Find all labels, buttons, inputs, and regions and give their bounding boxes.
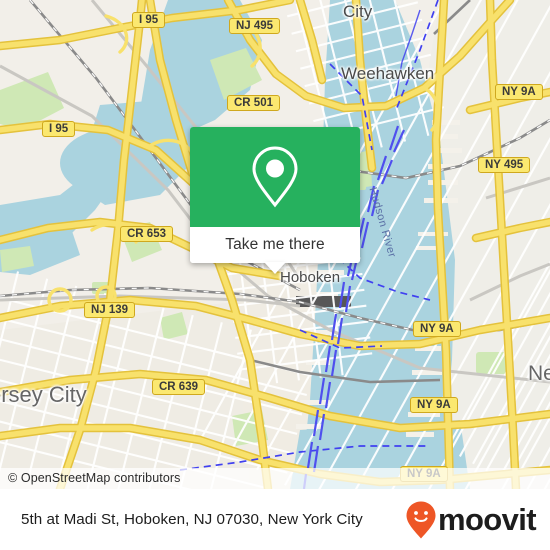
road-shield: NJ 495 <box>229 18 281 34</box>
place-label: Hoboken <box>280 269 341 286</box>
address-text: 5th at Madi St, Hoboken, NJ 07030, New Y… <box>21 511 363 528</box>
footer-bar: 5th at Madi St, Hoboken, NJ 07030, New Y… <box>0 489 550 550</box>
place-label: New <box>528 362 550 385</box>
map-pin-icon <box>252 146 298 208</box>
moovit-wordmark: moovit <box>437 502 537 537</box>
take-me-there-popup[interactable]: Take me there <box>190 127 360 274</box>
popup-icon-panel <box>190 127 360 227</box>
place-label: City <box>343 2 373 21</box>
road-shield: NJ 139 <box>84 302 136 318</box>
moovit-logo[interactable]: moovit <box>405 500 537 540</box>
popup-tail <box>264 262 286 274</box>
place-label: Jersey City <box>0 382 87 407</box>
road-shield: I 95 <box>132 12 166 28</box>
road-shield: CR 653 <box>120 226 173 242</box>
road-shield: NY 9A <box>410 397 458 413</box>
road-shield: CR 639 <box>152 379 205 395</box>
popup-cta[interactable]: Take me there <box>190 227 360 263</box>
road-shield: NY 9A <box>413 321 461 337</box>
road-shield: CR 501 <box>227 95 280 111</box>
map-attribution[interactable]: © OpenStreetMap contributors <box>0 468 550 489</box>
road-shield: NY 9A <box>495 84 543 100</box>
road-shield: NY 495 <box>478 157 531 173</box>
place-label: Weehawken <box>341 64 435 83</box>
moovit-smiley-pin-icon <box>406 501 436 538</box>
moovit-map-page: City Weehawken Hoboken Jersey City New H… <box>0 0 550 550</box>
popup-cta-label: Take me there <box>225 236 325 253</box>
road-shield: I 95 <box>42 121 76 137</box>
